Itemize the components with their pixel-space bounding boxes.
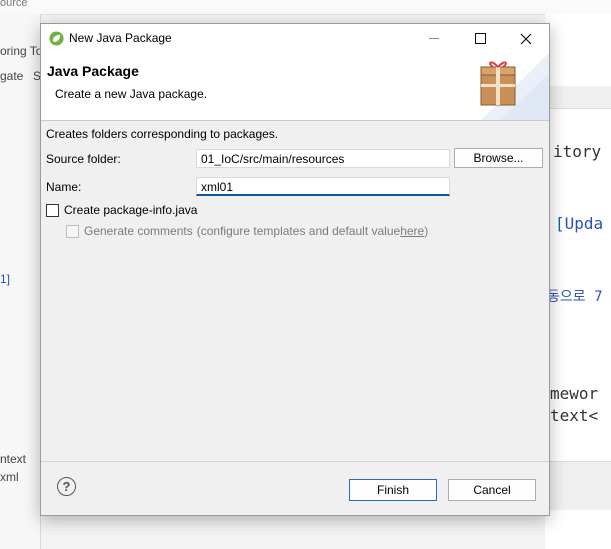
- ide-editor-bottom-bar: [545, 461, 611, 510]
- package-wizard-banner-icon: [480, 53, 549, 120]
- maximize-button[interactable]: [457, 24, 503, 53]
- ide-left-text-1: oring To: [0, 44, 43, 58]
- name-label: Name:: [46, 180, 82, 194]
- help-icon[interactable]: ?: [57, 477, 76, 496]
- generate-comments-label: Generate comments: [84, 224, 193, 238]
- ide-left-text-5: ntext: [0, 452, 27, 466]
- package-name-field[interactable]: xml01: [196, 177, 450, 196]
- wizard-content: Creates folders corresponding to package…: [41, 121, 549, 461]
- source-folder-label: Source folder:: [46, 152, 121, 166]
- generate-comments-hint-end: ): [424, 224, 429, 238]
- ide-left-text-6: xml: [0, 470, 19, 484]
- wizard-info-text: Creates folders corresponding to package…: [46, 127, 279, 141]
- close-button[interactable]: [503, 24, 549, 53]
- cancel-button[interactable]: Cancel: [448, 479, 536, 501]
- finish-button[interactable]: Finish: [349, 479, 437, 501]
- create-package-info-option[interactable]: Create package-info.java: [46, 203, 197, 217]
- source-folder-field[interactable]: 01_IoC/src/main/resources: [196, 149, 450, 168]
- configure-templates-link[interactable]: here: [400, 224, 424, 238]
- ide-left-text-4: 1]: [0, 272, 11, 286]
- new-java-package-dialog: New Java Package Java Package Create a n…: [40, 23, 550, 516]
- minimize-button[interactable]: [411, 24, 457, 53]
- ide-code-line-1: itory: [553, 142, 602, 161]
- browse-button[interactable]: Browse...: [454, 148, 543, 168]
- generate-comments-checkbox: [66, 224, 79, 238]
- ide-code-line-4: mewor: [550, 384, 599, 403]
- wizard-title: Java Package: [47, 63, 139, 79]
- dialog-title: New Java Package: [69, 31, 172, 45]
- ide-editor-area: itory [Upda 동으로 7 mewor text<: [545, 14, 611, 549]
- ide-code-line-2: [Upda: [555, 214, 604, 233]
- ide-left-panel: oring To gate S 1] ntext xml: [0, 14, 43, 549]
- ide-top-text: ource: [0, 0, 28, 9]
- ide-left-text-2: gate: [0, 69, 24, 83]
- generate-comments-option: Generate comments (configure templates a…: [66, 224, 428, 238]
- wizard-header: Java Package Create a new Java package.: [41, 53, 549, 121]
- wizard-description: Create a new Java package.: [55, 87, 208, 101]
- minimize-icon: [429, 38, 439, 39]
- generate-comments-hint: (configure templates and default value: [196, 224, 401, 238]
- create-package-info-checkbox[interactable]: [46, 203, 59, 217]
- maximize-icon: [474, 33, 486, 44]
- create-package-info-label: Create package-info.java: [64, 203, 198, 217]
- ide-code-line-5: text<: [550, 406, 599, 425]
- wizard-footer: ? Finish Cancel: [41, 461, 549, 516]
- ide-code-line-3: 동으로 7: [547, 289, 603, 305]
- ide-top-strip: ource: [0, 0, 611, 15]
- close-icon: [520, 33, 532, 44]
- spring-leaf-icon: [49, 31, 64, 46]
- dialog-titlebar[interactable]: New Java Package: [41, 24, 549, 53]
- ide-editor-toolbar: [545, 86, 611, 109]
